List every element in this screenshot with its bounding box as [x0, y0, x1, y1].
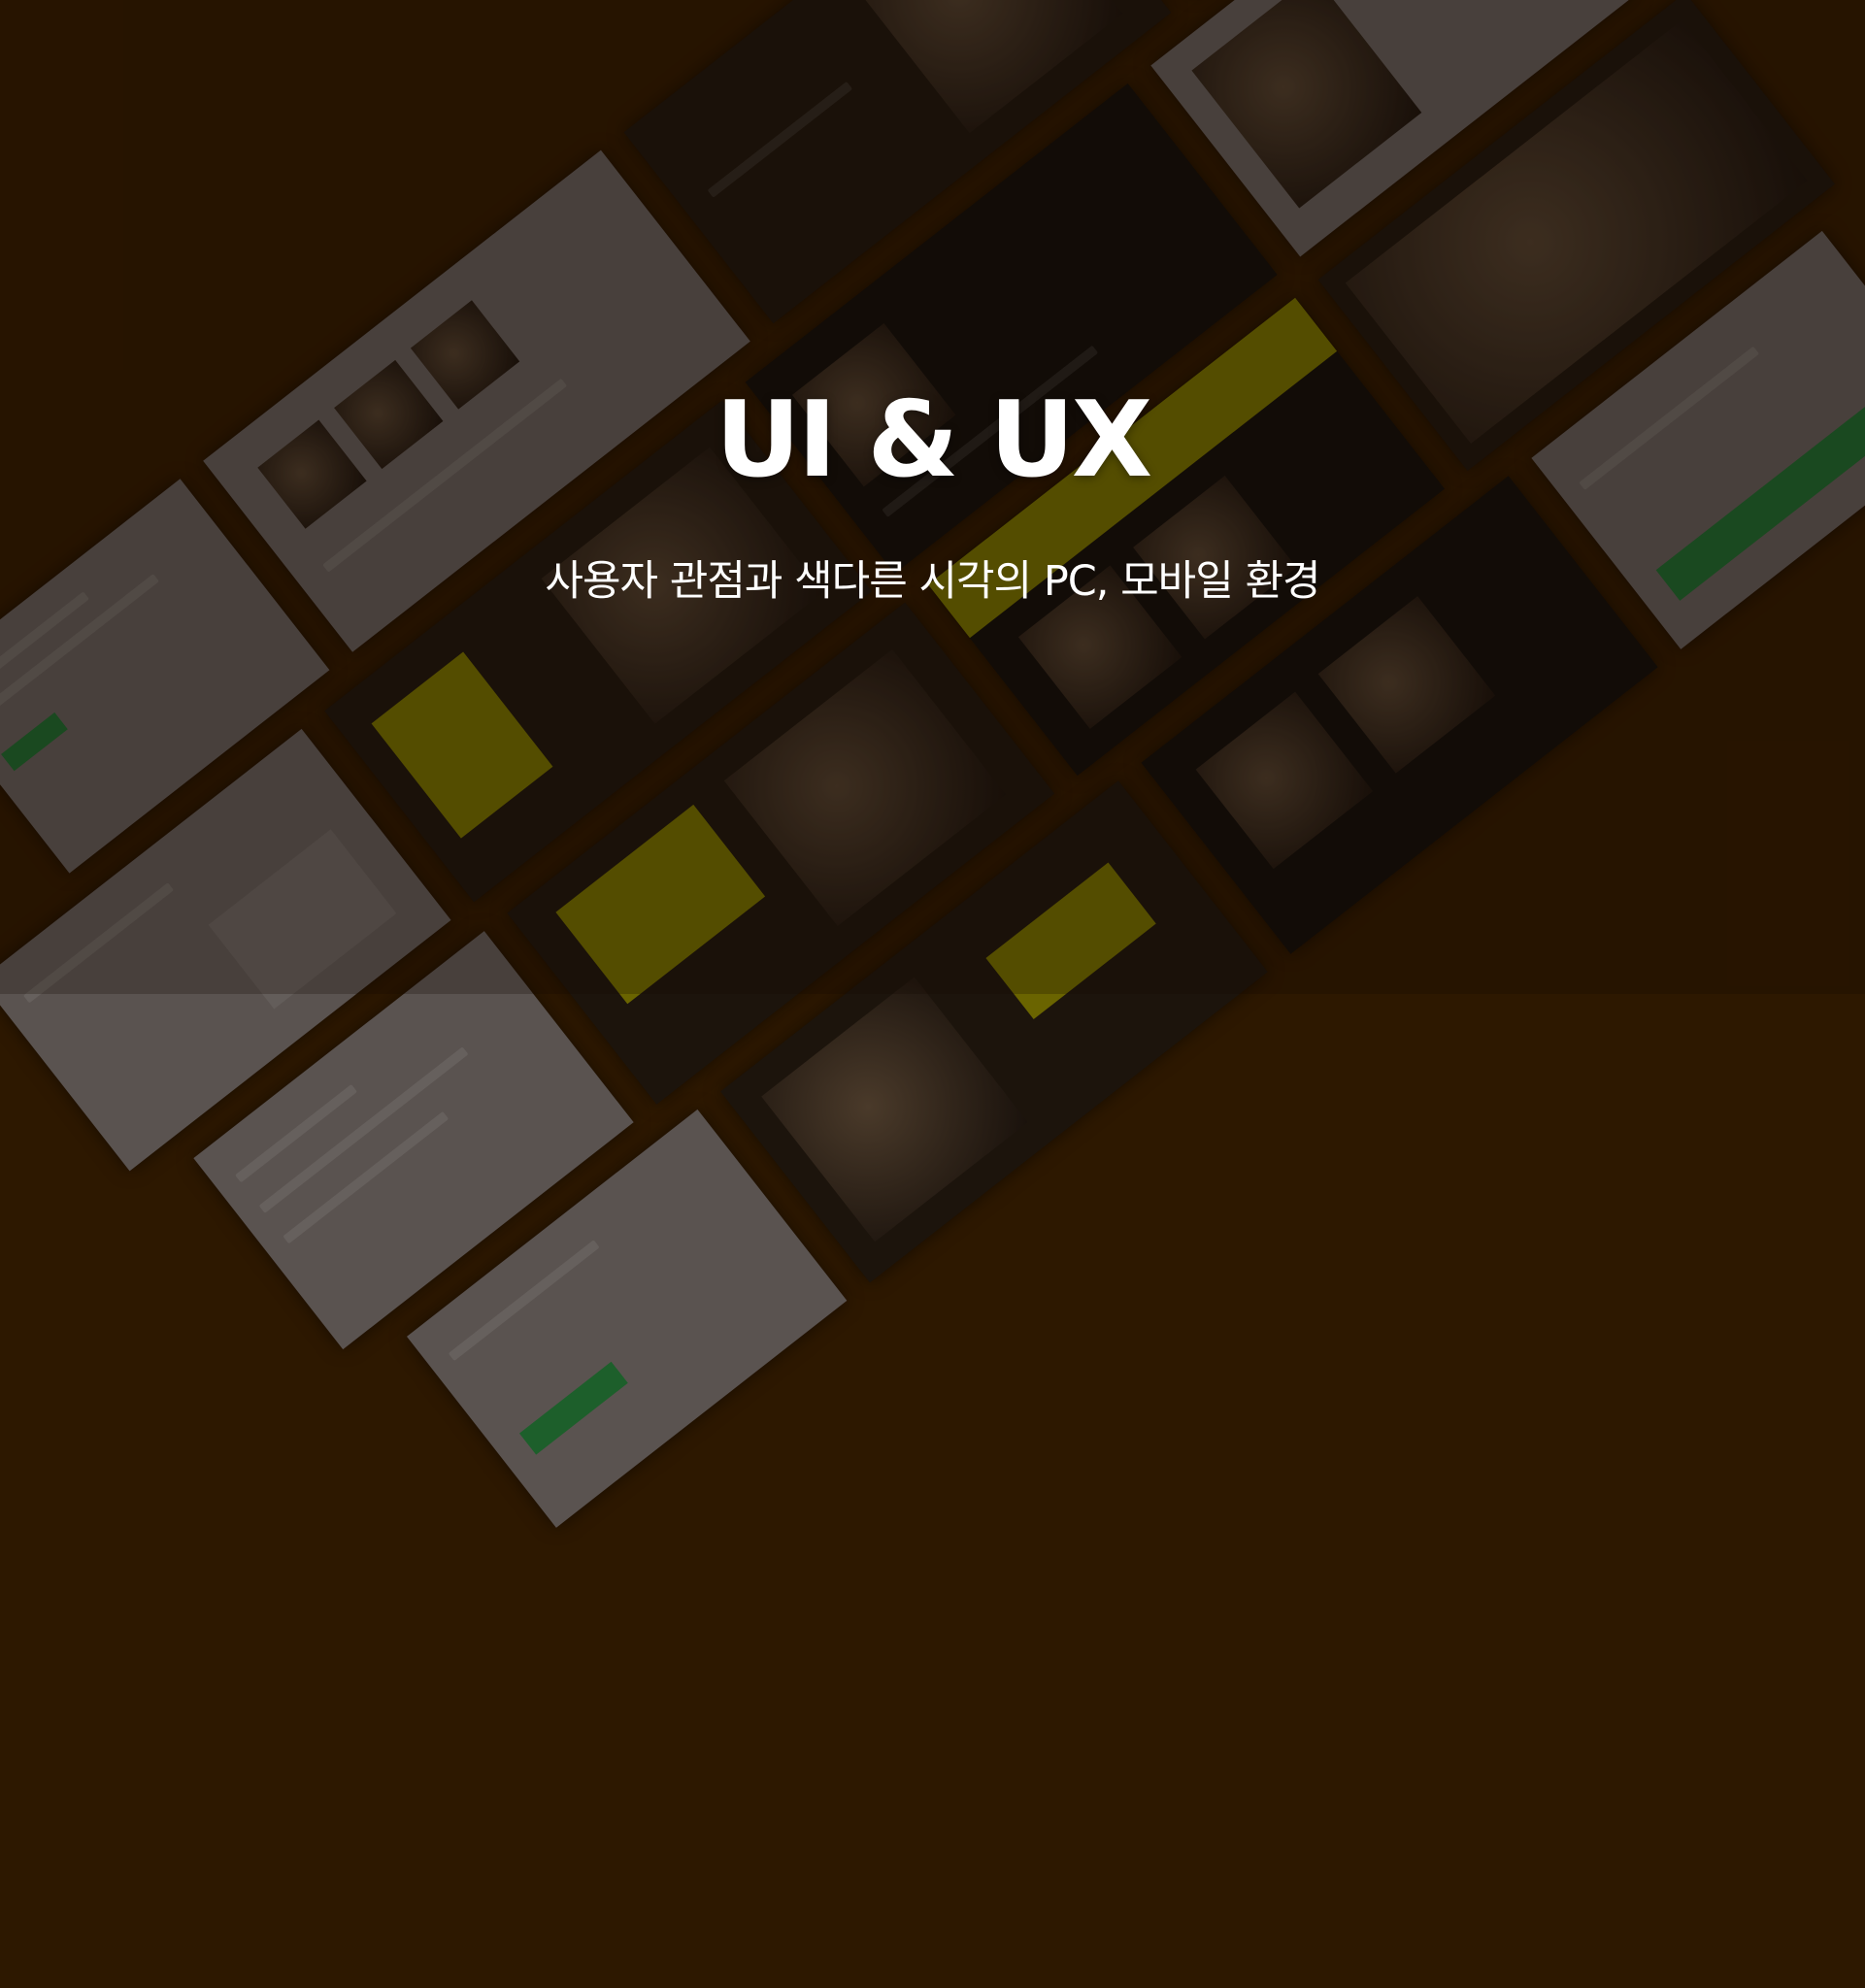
- hero-title: UI & UX: [715, 380, 1152, 501]
- hero: UI & UX 사용자 관점과 색다른 시각의 PC, 모바일 환경: [0, 0, 1865, 994]
- hero-subtitle: 사용자 관점과 색다른 시각의 PC, 모바일 환경: [545, 557, 1320, 606]
